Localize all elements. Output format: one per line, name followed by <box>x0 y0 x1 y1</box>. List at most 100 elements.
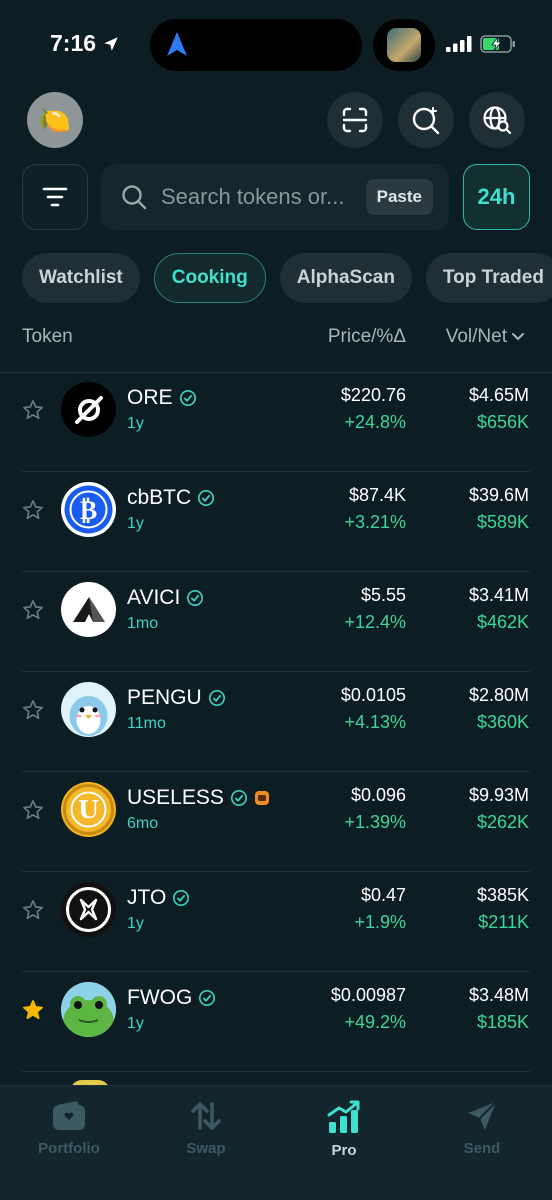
paste-button[interactable]: Paste <box>365 179 433 215</box>
token-name-line: ORE <box>127 386 197 410</box>
send-arrow-icon <box>468 1101 497 1130</box>
search-input[interactable]: Search tokens or... Paste <box>101 164 449 230</box>
token-price: $87.4K <box>348 485 406 505</box>
token-price: $5.55 <box>360 585 406 605</box>
table-row[interactable]: JTO 1y $0.47 +1.9% $385K $211K <box>0 872 552 972</box>
launchpad-badge-icon <box>254 791 269 805</box>
bitcoin-logo-icon: ₿ <box>61 482 116 537</box>
star-filled-icon[interactable] <box>22 999 44 1021</box>
token-name-line: JTO <box>127 886 190 910</box>
chevron-down-icon <box>512 333 524 341</box>
filter-button[interactable] <box>22 164 88 230</box>
table-row[interactable]: ₿ cbBTC 1y $87.4K +3.21% $39.6M $589K <box>0 472 552 572</box>
useless-coin-logo-icon: U <box>61 782 116 837</box>
token-name: cbBTC <box>127 486 192 509</box>
chart-bars-icon <box>327 1100 360 1133</box>
bottom-nav: Portfolio Swap Pro Send <box>0 1085 552 1200</box>
avatar-emoji: 🍋 <box>38 104 72 135</box>
search-sparkle-icon <box>412 107 440 135</box>
token-volume: $3.48M <box>468 985 529 1005</box>
token-net: $262K <box>476 812 529 832</box>
tab-cooking[interactable]: Cooking <box>153 253 266 303</box>
verified-icon <box>173 889 190 907</box>
column-header-token[interactable]: Token <box>22 326 73 348</box>
nav-send[interactable]: Send <box>432 1100 532 1157</box>
star-icon[interactable] <box>22 399 44 421</box>
token-volume: $39.6M <box>468 485 529 505</box>
token-price: $0.096 <box>350 785 406 805</box>
token-name-line: USELESS <box>127 786 270 810</box>
status-bar: 7:16 <box>0 0 552 90</box>
nav-pro-label: Pro <box>331 1142 357 1159</box>
frog-logo-icon <box>61 982 116 1037</box>
token-age: 1y <box>127 1015 144 1032</box>
token-change: +24.8% <box>344 412 406 432</box>
ore-logo-icon <box>61 382 116 437</box>
token-change: +1.9% <box>354 912 406 932</box>
table-row[interactable]: PENGU 11mo $0.0105 +4.13% $2.80M $360K <box>0 672 552 772</box>
verified-icon <box>179 389 196 407</box>
verified-icon <box>187 589 204 607</box>
live-activity-app-icon <box>373 19 435 71</box>
column-header-vol[interactable]: Vol/Net <box>446 326 525 348</box>
token-name: FWOG <box>127 986 193 1009</box>
penguin-logo-icon <box>61 682 116 737</box>
filter-icon <box>42 187 68 207</box>
tab-top-traded[interactable]: Top Traded <box>425 253 552 303</box>
token-price: $0.47 <box>360 885 406 905</box>
token-volume: $385K <box>476 885 529 905</box>
time-filter-button[interactable]: 24h <box>463 164 530 230</box>
web-search-button[interactable] <box>469 92 525 148</box>
nav-pro[interactable]: Pro <box>294 1100 394 1159</box>
token-name: USELESS <box>127 786 224 809</box>
token-change: +12.4% <box>344 612 406 632</box>
token-name: ORE <box>127 386 173 409</box>
token-net: $360K <box>476 712 529 732</box>
token-price: $0.0105 <box>340 685 406 705</box>
nav-portfolio[interactable]: Portfolio <box>19 1100 119 1157</box>
avatar[interactable]: 🍋 <box>27 92 83 148</box>
tab-alphascan[interactable]: AlphaScan <box>279 253 412 303</box>
token-age: 1y <box>127 915 144 932</box>
column-header-vol-label: Vol/Net <box>445 326 507 347</box>
scan-icon <box>342 107 368 133</box>
location-arrow-icon <box>104 36 118 51</box>
discover-button[interactable] <box>398 92 454 148</box>
token-change: +49.2% <box>344 1012 406 1032</box>
token-volume: $9.93M <box>468 785 529 805</box>
table-row[interactable]: U USELESS 6mo $0.096 +1.39% $9.93M $262K <box>0 772 552 872</box>
column-header-price[interactable]: Price/%Δ <box>328 326 406 348</box>
token-name-line: AVICI <box>127 586 204 610</box>
token-age: 1y <box>127 415 144 432</box>
token-change: +1.39% <box>344 812 406 832</box>
token-volume: $2.80M <box>468 685 529 705</box>
globe-search-icon <box>483 106 512 135</box>
tab-watchlist[interactable]: Watchlist <box>22 253 140 303</box>
token-age: 6mo <box>127 815 159 832</box>
star-icon[interactable] <box>22 699 44 721</box>
signal-icon <box>446 36 472 52</box>
token-age: 1y <box>127 515 144 532</box>
time-text: 7:16 <box>50 30 97 56</box>
table-row[interactable]: FWOG 1y $0.00987 +49.2% $3.48M $185K <box>0 972 552 1072</box>
token-net: $589K <box>476 512 529 532</box>
table-row[interactable]: ORE 1y $220.76 +24.8% $4.65M $656K <box>0 372 552 472</box>
jito-logo-icon <box>61 882 116 937</box>
svg-text:U: U <box>78 795 99 824</box>
nav-swap[interactable]: Swap <box>156 1100 256 1157</box>
token-volume: $3.41M <box>468 585 529 605</box>
star-icon[interactable] <box>22 599 44 621</box>
swap-arrows-icon <box>191 1102 221 1130</box>
star-icon[interactable] <box>22 899 44 921</box>
nav-portfolio-label: Portfolio <box>38 1140 100 1157</box>
scan-button[interactable] <box>327 92 383 148</box>
category-tabs: Watchlist Cooking AlphaScan Top Traded <box>22 253 552 303</box>
token-age: 11mo <box>127 715 166 732</box>
star-icon[interactable] <box>22 499 44 521</box>
star-icon[interactable] <box>22 799 44 821</box>
table-row[interactable]: AVICI 1mo $5.55 +12.4% $3.41M $462K <box>0 572 552 672</box>
row-divider <box>22 1071 530 1072</box>
navigation-icon <box>167 32 187 56</box>
token-net: $656K <box>476 412 529 432</box>
token-name-line: FWOG <box>127 986 216 1010</box>
